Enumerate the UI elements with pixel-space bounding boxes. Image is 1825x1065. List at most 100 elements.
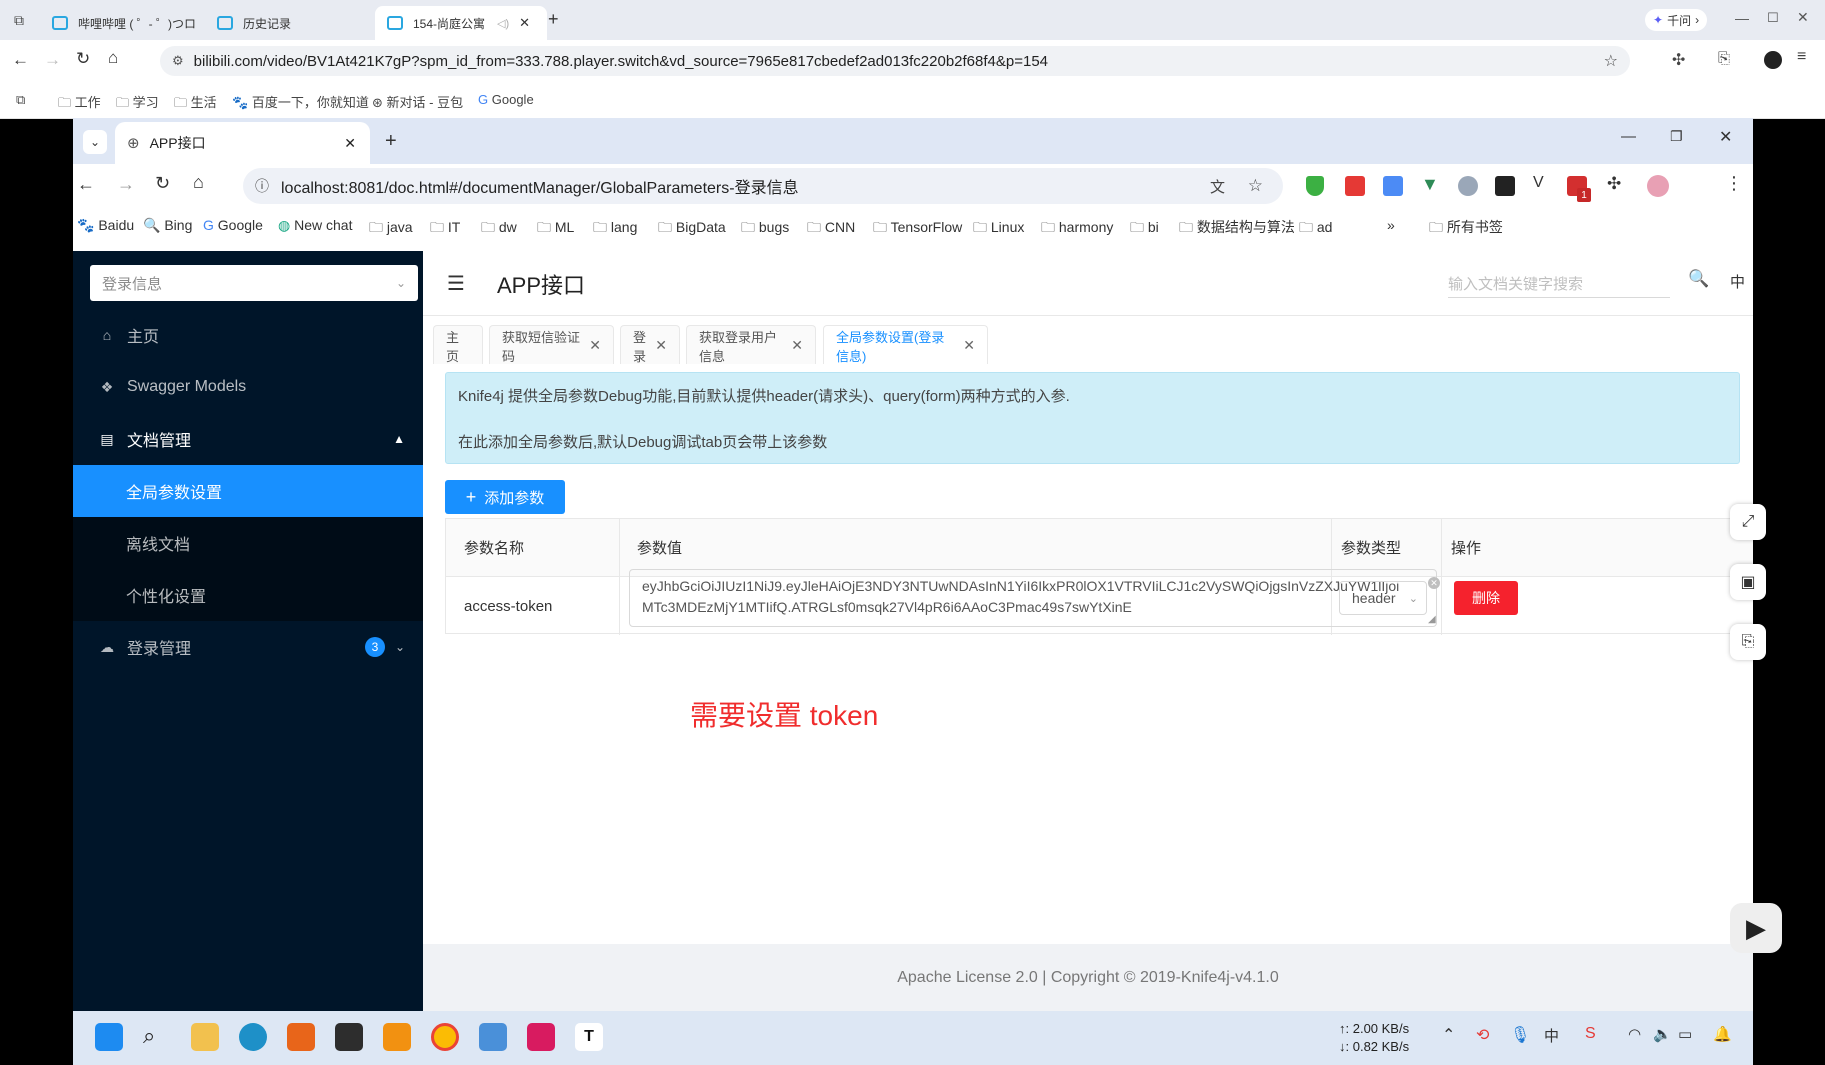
outer-tab-history[interactable]: 历史记录 [205,6,387,40]
more-icon[interactable]: ⋮ [1725,173,1743,194]
new-tab-button[interactable]: + [548,9,559,30]
bookmark-folder-work[interactable]: 🗀 工作 [58,92,101,116]
close-icon[interactable]: ✕ [963,337,975,354]
menu-fold-icon[interactable]: ☰ [447,271,465,296]
menu-icon[interactable]: ≡ [1797,48,1806,66]
vue-extension-icon[interactable]: ▼ [1421,174,1439,195]
tab-list-dropdown-icon[interactable]: ⌄ [83,130,107,154]
sidebar-item-global-params[interactable]: 全局参数设置 [73,465,423,517]
intellij-icon[interactable] [527,1023,555,1051]
param-value-textarea[interactable]: eyJhbGciOiJIUzI1NiJ9.eyJleHAiOjE3NDY3NTU… [629,569,1437,627]
windows-start-icon[interactable] [95,1023,123,1051]
tray-chevron-icon[interactable]: ⌃ [1442,1025,1455,1045]
bookmark-folder-it[interactable]: 🗀 IT [430,217,460,241]
close-icon[interactable]: ✕ [519,15,530,31]
ubuntu-icon[interactable] [287,1023,315,1051]
maximize-button[interactable]: ☐ [1767,10,1779,26]
bookmark-folder-linux[interactable]: 🗀 Linux [973,217,1024,241]
inner-address-bar[interactable]: ⓘ localhost:8081/doc.html#/documentManag… [243,168,1283,204]
clear-icon[interactable]: ✕ [1428,577,1440,589]
minimize-button[interactable]: — [1621,128,1636,145]
outer-tab-video[interactable]: 154-尚庭公寓 ◁) ✕ [375,6,547,40]
sidebar-item-home[interactable]: ⌂ 主页 [73,309,423,361]
file-explorer-icon[interactable] [191,1023,219,1051]
sync-icon[interactable]: ⟲ [1476,1025,1489,1045]
home-icon[interactable]: ⌂ [193,172,204,193]
add-param-button[interactable]: + 添加参数 [445,480,565,514]
bookmark-baidu[interactable]: 🐾 Baidu [77,217,134,234]
screenshot-icon[interactable]: ⎘ [1718,50,1730,67]
bookmark-folder-lang[interactable]: 🗀 lang [593,217,637,241]
tab-login[interactable]: 登录 ✕ [620,325,680,365]
star-icon[interactable]: ☆ [1248,176,1263,196]
bookmark-folder-bi[interactable]: 🗀 bi [1130,217,1159,241]
star-icon[interactable]: ☆ [1604,51,1618,71]
outer-tab-bilibili[interactable]: 哔哩哔哩 ( ゜- ゜)つロ [40,6,207,40]
capture-float-icon[interactable]: ⎘ [1730,624,1766,660]
puzzle-icon[interactable]: ✣ [1607,174,1621,194]
new-tab-button[interactable]: + [385,130,397,153]
bookmark-folder-ad[interactable]: 🗀 ad [1299,217,1332,241]
bookmark-bing[interactable]: 🔍 Bing [143,217,192,234]
param-type-select[interactable]: header ⌄ [1339,581,1427,615]
reload-icon[interactable]: ↻ [155,173,170,194]
typora-icon[interactable]: T [575,1023,603,1051]
bookmark-folder-ml[interactable]: 🗀 ML [537,217,574,241]
qianwen-button[interactable]: ✦ 千问 › [1645,9,1708,31]
avatar[interactable] [1764,51,1782,69]
bookmark-folder-dw[interactable]: 🗀 dw [481,217,517,241]
sidebar-item-swagger-models[interactable]: ❖ Swagger Models [73,361,423,413]
app-tray-icon[interactable]: S [1585,1025,1596,1043]
home-icon[interactable]: ⌂ [108,48,118,68]
tab-home[interactable]: 主页 [433,325,483,365]
mute-icon[interactable]: ◁) [497,17,509,30]
forward-arrow-icon[interactable]: → [117,174,135,195]
restore-button[interactable]: ❐ [1670,128,1683,145]
window-icon[interactable] [479,1023,507,1051]
site-info-icon[interactable]: ⚙ [172,53,184,69]
extensions-icon[interactable]: ✣ [1672,50,1685,70]
close-window-button[interactable]: ✕ [1797,9,1809,26]
sidebar-item-personalize[interactable]: 个性化设置 [73,569,423,621]
bookmark-google[interactable]: G Google [203,217,263,233]
mic-icon[interactable]: 🎙 [1510,1025,1530,1045]
search-icon[interactable]: ⌕ [143,1023,155,1049]
bookmark-folder-all[interactable]: 🗀 所有书签 [1429,217,1503,241]
chrome-icon[interactable] [431,1023,459,1051]
bookmark-folder-study[interactable]: 🗀 学习 [116,92,159,116]
dark-extension-icon[interactable] [1495,176,1515,196]
tab-search-icon[interactable]: ⧉ [14,12,24,29]
bookmark-apps-icon[interactable]: ⧉ [16,92,25,108]
battery-icon[interactable]: ▭ [1678,1025,1692,1043]
tab-sms-code[interactable]: 获取短信验证码 ✕ [489,325,614,365]
fe-extension-icon[interactable] [1345,176,1365,196]
terminal-icon[interactable] [335,1023,363,1051]
reload-icon[interactable]: ↻ [76,49,90,69]
sidebar-item-doc-manage[interactable]: ▤ 文档管理 ▲ [73,413,423,465]
wifi-icon[interactable]: ◠ [1628,1025,1641,1043]
bookmark-baidu[interactable]: 🐾 百度一下，你就知道 [232,92,369,111]
bookmark-folder-algorithms[interactable]: 🗀 数据结构与算法 [1179,217,1295,241]
bookmark-folder-java[interactable]: 🗀 java [369,217,413,241]
bookmark-folder-tensorflow[interactable]: 🗀 TensorFlow [873,217,962,241]
bookmark-new-chat[interactable]: ◍ New chat [278,217,352,234]
play-icon[interactable]: ▶ [1730,903,1782,953]
fullscreen-float-icon[interactable]: ⤢ [1730,504,1766,540]
tab-login-user-info[interactable]: 获取登录用户信息 ✕ [686,325,816,365]
language-toggle[interactable]: 中 [1730,271,1745,292]
inner-tab-app-api[interactable]: ⊕ APP接口 ✕ [115,122,370,164]
translate-icon[interactable]: 文 [1210,176,1225,197]
close-icon[interactable]: ✕ [589,337,601,354]
sidebar-item-login-manage[interactable]: ☁ 登录管理 3 ⌄ [73,621,423,673]
sublime-icon[interactable] [383,1023,411,1051]
sidebar-search-select[interactable]: 登录信息 ⌄ [90,265,418,301]
resize-handle-icon[interactable]: ◢ [1428,614,1436,625]
v-extension-icon[interactable]: V [1533,174,1544,192]
volume-icon[interactable]: 🔈 [1653,1025,1672,1043]
close-window-button[interactable]: ✕ [1719,127,1732,147]
back-arrow-icon[interactable]: ← [12,50,29,70]
bookmark-folder-life[interactable]: 🗀 生活 [174,92,217,116]
translate-extension-icon[interactable] [1383,176,1403,196]
sidebar-item-offline-doc[interactable]: 离线文档 [73,517,423,569]
minimize-button[interactable]: — [1735,10,1749,26]
